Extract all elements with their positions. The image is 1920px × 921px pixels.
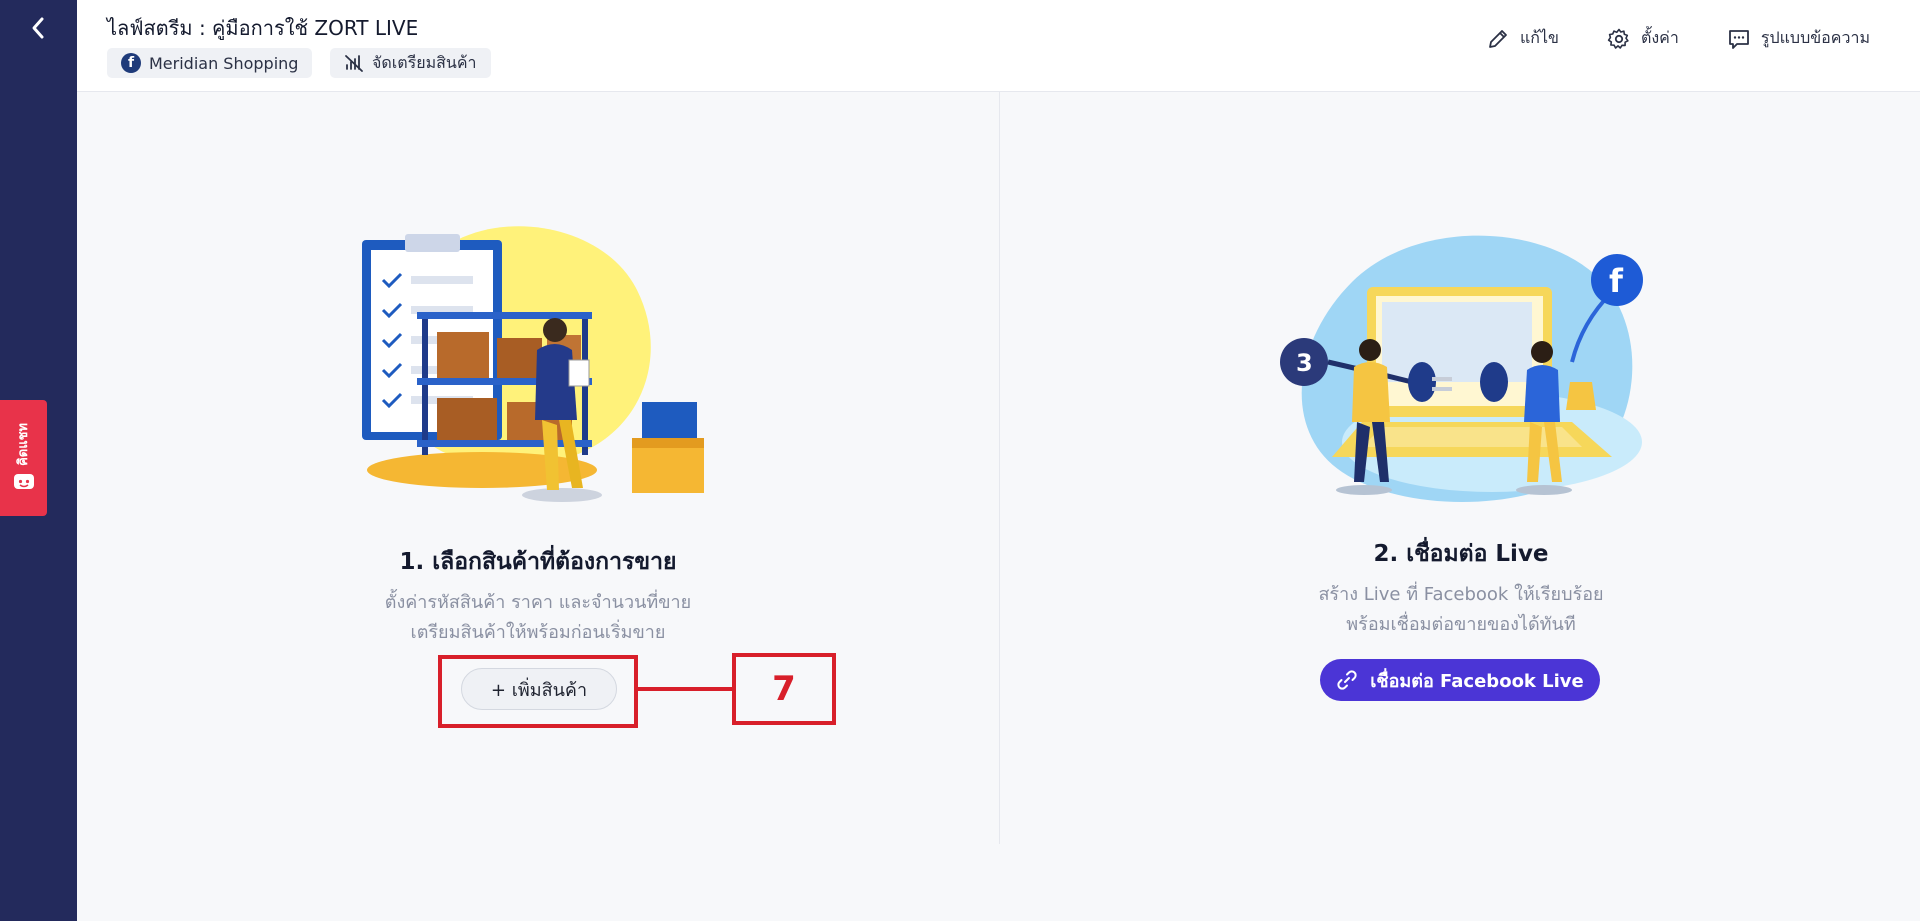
facebook-icon: f (121, 53, 141, 73)
settings-button[interactable]: ตั้งค่า (1607, 26, 1679, 51)
step1-description-line1: ตั้งค่ารหัสสินค้า ราคา และจำนวนที่ขาย (384, 592, 692, 613)
edit-button-label: แก้ไข (1519, 28, 1559, 47)
step2-description-line2: พร้อมเชื่อมต่อขายของได้ทันที (1346, 614, 1576, 635)
settings-button-label: ตั้งค่า (1640, 28, 1679, 47)
page-title: ไลฟ์สตรีม : คู่มือการใช้ ZORT LIVE (107, 16, 419, 40)
step1-panel: 1. เลือกสินค้าที่ต้องการขาย ตั้งค่ารหัสส… (77, 92, 999, 844)
annotation-number: 7 (772, 669, 796, 709)
edit-button[interactable]: แก้ไข (1486, 26, 1559, 51)
message-format-button-label: รูปแบบข้อความ (1760, 28, 1870, 47)
page-header: ไลฟ์สตรีม : คู่มือการใช้ ZORT LIVE f Mer… (77, 0, 1920, 92)
status-tag-label: จัดเตรียมสินค้า (372, 52, 477, 72)
connect-facebook-live-label: เชื่อมต่อ Facebook Live (1370, 670, 1584, 692)
message-format-button[interactable]: รูปแบบข้อความ (1727, 26, 1870, 51)
pencil-icon (1489, 29, 1507, 48)
chat-tab-label: คิดแชท (16, 422, 31, 466)
step2-title: 2. เชื่อมต่อ Live (1373, 541, 1549, 567)
status-tag: จัดเตรียมสินค้า (330, 48, 491, 78)
message-icon (1728, 29, 1749, 49)
annotation-connector-line (638, 687, 734, 691)
annotation-number-box: 7 (732, 653, 836, 725)
chat-side-tab[interactable]: คิดแชท (0, 400, 47, 516)
chat-bubble-icon (13, 474, 34, 490)
step2-description-line1: สร้าง Live ที่ Facebook ให้เรียบร้อย (1318, 584, 1604, 605)
header-actions: แก้ไข ตั้งค่า รูปแบบข้อความ (1486, 26, 1870, 51)
facebook-page-tag: f Meridian Shopping (107, 48, 313, 78)
back-button[interactable] (24, 14, 52, 42)
annotation-highlight-box (438, 655, 638, 728)
gear-icon (1607, 28, 1629, 49)
link-icon (1337, 670, 1357, 690)
connect-facebook-live-button[interactable]: เชื่อมต่อ Facebook Live (1320, 659, 1600, 701)
facebook-page-name: Meridian Shopping (149, 53, 299, 73)
no-signal-icon (345, 55, 363, 72)
svg-text:f: f (1609, 262, 1624, 300)
chevron-left-icon (32, 17, 44, 39)
live-connect-illustration: 3 f (1280, 235, 1643, 502)
warehouse-illustration (362, 226, 704, 502)
step1-title: 1. เลือกสินค้าที่ต้องการขาย (399, 549, 677, 575)
svg-text:3: 3 (1296, 349, 1313, 377)
step1-description-line2: เตรียมสินค้าให้พร้อมก่อนเริ่มขาย (410, 622, 666, 643)
step2-panel: 3 f 2. เชื่อมต่อ Live สร้าง Live ที่ Fac… (1000, 92, 1920, 844)
